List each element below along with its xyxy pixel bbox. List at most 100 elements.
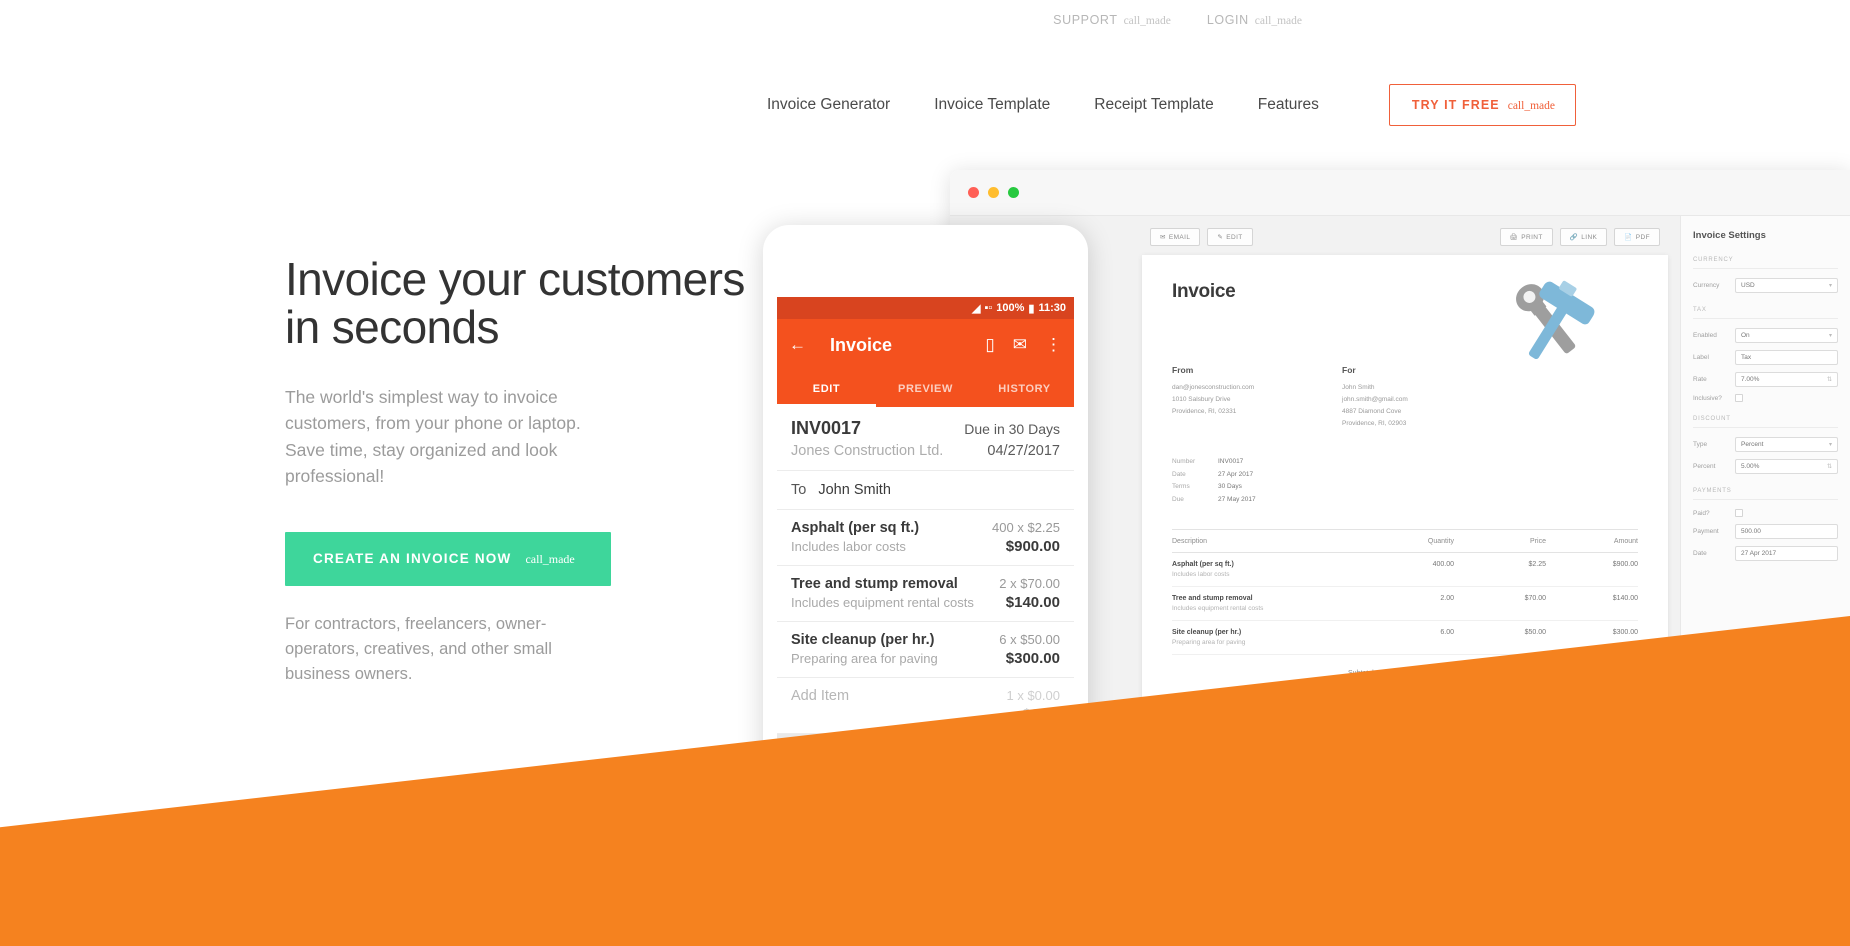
settings-field-discount-type[interactable]: Type Percent ▾ xyxy=(1693,437,1838,452)
battery-icon: ▮ xyxy=(1028,302,1035,315)
settings-field-payment-date[interactable]: Date 27 Apr 2017 xyxy=(1693,546,1838,561)
column-header-amount: Amount xyxy=(1613,537,1638,545)
nav-item-invoice-template[interactable]: Invoice Template xyxy=(912,96,1072,114)
minimize-window-icon[interactable] xyxy=(988,187,999,198)
close-window-icon[interactable] xyxy=(968,187,979,198)
field-label: Currency xyxy=(1693,282,1720,289)
settings-field-paid[interactable]: Paid? xyxy=(1693,509,1838,517)
nav-item-features[interactable]: Features xyxy=(1236,96,1341,114)
currency-select[interactable]: USD ▾ xyxy=(1735,278,1838,293)
email-button[interactable]: ✉ EMAIL xyxy=(1150,228,1201,246)
browser-title-bar xyxy=(950,170,1850,216)
field-label: Date xyxy=(1693,550,1707,557)
item-note: Includes equipment rental costs xyxy=(1172,604,1264,612)
settings-group-discount-heading: DISCOUNT xyxy=(1693,416,1838,428)
signal-icon: ▪▫ xyxy=(984,302,993,314)
payment-date-input[interactable]: 27 Apr 2017 xyxy=(1735,546,1838,561)
support-link[interactable]: SUPPORT call_made xyxy=(1053,13,1171,27)
nav-item-receipt-template[interactable]: Receipt Template xyxy=(1072,96,1235,114)
overflow-menu-icon[interactable]: ⋮ xyxy=(1045,335,1062,355)
pdf-button[interactable]: 📄 PDF xyxy=(1614,228,1660,246)
item-quantity: 400 x $2.25 xyxy=(992,520,1060,535)
tab-preview[interactable]: PREVIEW xyxy=(876,371,975,407)
recipient-row[interactable]: To John Smith xyxy=(777,471,1074,510)
meta-row: Terms 30 Days xyxy=(1172,481,1638,494)
item-name: Tree and stump removal xyxy=(1172,594,1253,602)
field-label: Type xyxy=(1693,441,1708,448)
link-button[interactable]: 🔗 LINK xyxy=(1559,228,1608,246)
settings-field-discount-percent[interactable]: Percent 5.00% ⇅ xyxy=(1693,459,1838,474)
printer-icon: 🖨 xyxy=(1509,234,1519,241)
utility-nav: SUPPORT call_made LOGIN call_made xyxy=(1053,13,1302,27)
table-row: Tree and stump removal Includes equipmen… xyxy=(1172,587,1638,621)
due-text: Due in 30 Days xyxy=(964,421,1060,437)
envelope-icon[interactable]: ✉ xyxy=(1013,335,1027,355)
field-label: Label xyxy=(1693,354,1709,361)
meta-row: Due 27 May 2017 xyxy=(1172,494,1638,507)
back-arrow-icon[interactable]: ← xyxy=(789,335,806,355)
paid-checkbox[interactable] xyxy=(1735,509,1743,517)
field-label: Rate xyxy=(1693,376,1707,383)
meta-row: Number INV0017 xyxy=(1172,456,1638,469)
pdf-icon: 📄 xyxy=(1624,234,1633,241)
meta-key: Date xyxy=(1172,470,1186,478)
clock: 11:30 xyxy=(1038,302,1066,314)
tax-enabled-select[interactable]: On ▾ xyxy=(1735,328,1838,343)
list-item[interactable]: Asphalt (per sq ft.) Includes labor cost… xyxy=(777,510,1074,566)
tab-history[interactable]: HISTORY xyxy=(975,371,1074,407)
call-made-icon: call_made xyxy=(525,551,575,566)
from-line: 1010 Salsbury Drive xyxy=(1172,396,1231,404)
field-label: Enabled xyxy=(1693,332,1717,339)
tab-edit[interactable]: EDIT xyxy=(777,371,876,407)
meta-value: 27 May 2017 xyxy=(1218,496,1256,504)
tax-label-input[interactable]: Tax xyxy=(1735,350,1838,365)
for-heading: For xyxy=(1342,365,1356,375)
item-note: Includes labor costs xyxy=(791,539,906,554)
payment-amount-input[interactable]: 500.00 xyxy=(1735,524,1838,539)
nav-item-invoice-generator[interactable]: Invoice Generator xyxy=(745,96,912,114)
field-value: 7.00% xyxy=(1741,376,1760,383)
add-item-label: Add Item xyxy=(791,688,850,704)
recipient-name: John Smith xyxy=(818,482,891,498)
list-item[interactable]: Tree and stump removal Includes equipmen… xyxy=(777,566,1074,622)
list-item[interactable]: Site cleanup (per hr.) Preparing area fo… xyxy=(777,622,1074,678)
column-header-price: Price xyxy=(1530,537,1546,545)
field-value: 500.00 xyxy=(1741,528,1761,535)
card-icon[interactable]: ▯ xyxy=(985,335,994,355)
create-invoice-label: CREATE AN INVOICE NOW xyxy=(313,550,512,566)
create-invoice-button[interactable]: CREATE AN INVOICE NOW call_made xyxy=(285,531,611,586)
item-quantity: 400.00 xyxy=(1432,560,1454,568)
try-it-free-button[interactable]: TRY IT FREE call_made xyxy=(1388,84,1576,126)
discount-percent-stepper[interactable]: 5.00% ⇅ xyxy=(1735,459,1838,474)
print-button[interactable]: 🖨 PRINT xyxy=(1499,228,1553,246)
settings-field-tax-inclusive[interactable]: Inclusive? xyxy=(1693,394,1838,402)
from-heading: From xyxy=(1172,365,1194,375)
login-label: LOGIN xyxy=(1206,13,1249,27)
invoice-summary-card[interactable]: INV0017 Due in 30 Days Jones Constructio… xyxy=(777,407,1074,471)
field-value: On xyxy=(1741,332,1750,339)
discount-type-select[interactable]: Percent ▾ xyxy=(1735,437,1838,452)
field-value: 5.00% xyxy=(1741,463,1760,470)
call-made-icon: call_made xyxy=(1123,15,1171,27)
settings-field-payment[interactable]: Payment 500.00 xyxy=(1693,524,1838,539)
maximize-window-icon[interactable] xyxy=(1008,187,1019,198)
tax-inclusive-checkbox[interactable] xyxy=(1735,394,1743,402)
tax-rate-stepper[interactable]: 7.00% ⇅ xyxy=(1735,372,1838,387)
item-note: Includes labor costs xyxy=(1172,570,1230,578)
settings-field-currency[interactable]: Currency USD ▾ xyxy=(1693,278,1838,293)
edit-button[interactable]: ✎ EDIT xyxy=(1207,228,1253,246)
item-price: $70.00 xyxy=(1524,594,1546,602)
settings-field-tax-enabled[interactable]: Enabled On ▾ xyxy=(1693,328,1838,343)
item-name: Site cleanup (per hr.) xyxy=(791,632,935,648)
login-link[interactable]: LOGIN call_made xyxy=(1207,13,1302,27)
item-quantity: 6 x $50.00 xyxy=(999,632,1060,647)
settings-field-tax-rate[interactable]: Rate 7.00% ⇅ xyxy=(1693,372,1838,387)
document-toolbar: ✉ EMAIL ✎ EDIT 🖨 PRINT 🔗 LINK 📄 PDF xyxy=(1142,228,1668,255)
for-line: John Smith xyxy=(1342,384,1375,391)
field-label: Payment xyxy=(1693,528,1719,535)
item-price: $2.25 xyxy=(1528,560,1546,568)
settings-field-tax-label[interactable]: Label Tax xyxy=(1693,350,1838,365)
battery-percent: 100% xyxy=(996,302,1025,314)
field-value: Tax xyxy=(1741,354,1752,361)
item-amount: $300.00 xyxy=(1005,650,1060,667)
